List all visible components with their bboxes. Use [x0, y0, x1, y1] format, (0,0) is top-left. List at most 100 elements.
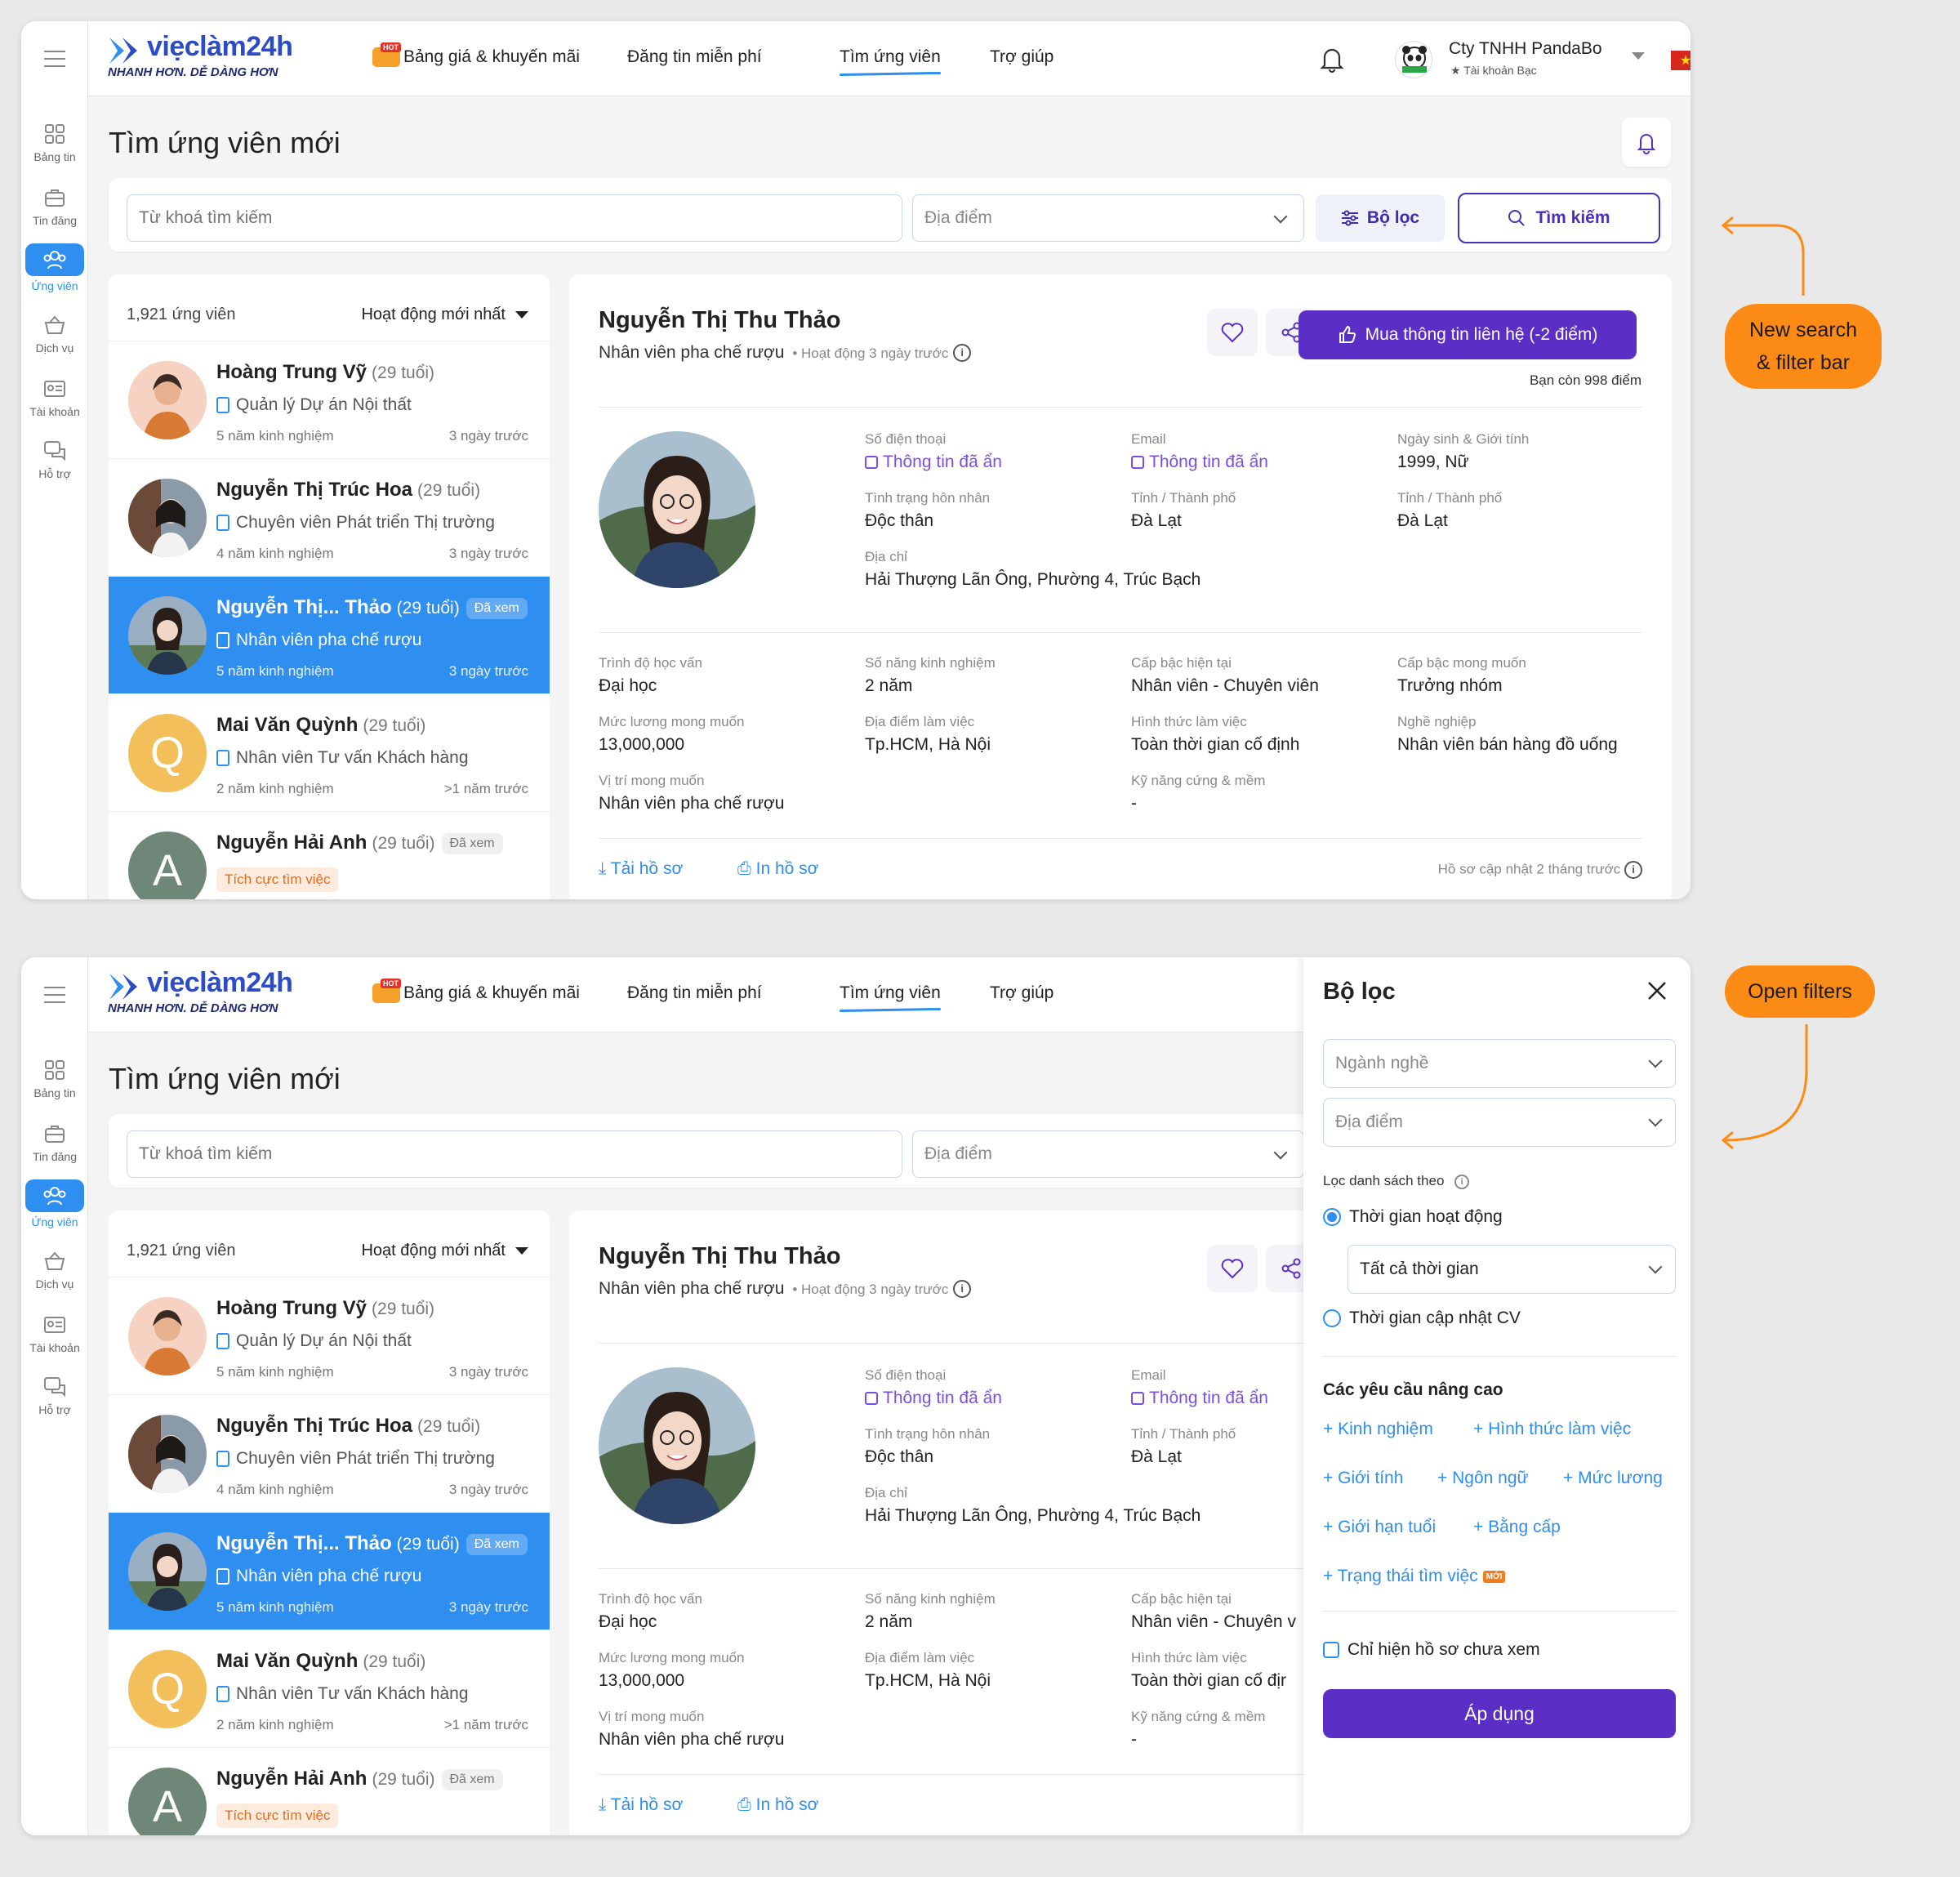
add-gender-filter[interactable]: + Giới tính — [1323, 1469, 1403, 1488]
nav-post-free[interactable]: Đăng tin miễn phí — [627, 983, 762, 1003]
nav-help[interactable]: Trợ giúp — [990, 47, 1054, 67]
heart-icon — [1221, 1259, 1244, 1279]
add-job-status-filter[interactable]: + Trạng thái tìm việc MỚI — [1323, 1567, 1506, 1586]
candidate-detail: Nguyễn Thị Thu Thảo Nhân viên pha chế rư… — [569, 274, 1672, 899]
document-icon — [216, 1333, 229, 1350]
menu-icon[interactable] — [44, 987, 65, 1003]
list-item-selected[interactable]: Nguyễn Thị... Thảo (29 tuổi) Đã xem Nhân v… — [109, 1513, 550, 1630]
company-menu[interactable]: Cty TNHH PandaBo ★ Tài khoản Bạc — [1395, 38, 1645, 83]
add-language-filter[interactable]: + Ngôn ngữ — [1437, 1469, 1529, 1488]
info-icon[interactable]: i — [1624, 861, 1642, 879]
radio-cv-update-time[interactable]: Thời gian cập nhật CV — [1323, 1309, 1521, 1328]
rail-item-news[interactable]: Bảng tin — [24, 123, 85, 163]
list-item[interactable]: Q Mai Văn Quỳnh (29 tuổi) Nhân viên Tư vấ… — [109, 1630, 550, 1748]
rail-label: Dịch vụ — [35, 341, 74, 354]
alert-button[interactable] — [1622, 118, 1671, 167]
field-address: Địa chỉ Hải Thượng Lãn Ông, Phường 4, Trú… — [865, 1485, 1201, 1525]
add-experience-filter[interactable]: + Kinh nghiệm — [1323, 1420, 1433, 1439]
nav-post-free[interactable]: Đăng tin miễn phí — [627, 47, 762, 67]
menu-icon[interactable] — [44, 51, 65, 67]
list-item[interactable]: A Nguyễn Hải Anh (29 tuổi) Đã xem Tích cực… — [109, 1748, 550, 1835]
print-cv-link[interactable]: ⎙ In hồ sơ — [737, 859, 818, 879]
rail-item-candidates[interactable]: Ứng viên — [24, 1179, 85, 1228]
favorite-button[interactable] — [1207, 309, 1258, 356]
print-cv-link[interactable]: ⎙ In hồ sơ — [737, 1795, 818, 1815]
seen-badge: Đã xem — [441, 832, 503, 854]
document-icon — [216, 515, 229, 532]
grid-icon — [45, 1060, 65, 1080]
download-cv-link[interactable]: ⤓ Tải hồ sơ — [599, 1795, 683, 1815]
list-item[interactable]: A Nguyễn Hải Anh (29 tuổi) Đã xem Tích cực… — [109, 812, 550, 899]
add-worktype-filter[interactable]: + Hình thức làm việc — [1473, 1420, 1631, 1439]
filter-button[interactable]: Bộ lọc — [1316, 194, 1445, 242]
logo[interactable]: viẹclàm24h NHANH HƠN. DỄ DÀNG HƠN — [106, 29, 302, 88]
nav-find-candidates[interactable]: Tìm ứng viên — [840, 47, 941, 67]
rail-item-account[interactable]: Tài khoản — [24, 1313, 85, 1354]
candidate-photo — [599, 1367, 755, 1524]
radio-activity-time[interactable]: Thời gian hoạt động — [1323, 1207, 1503, 1227]
sort-dropdown[interactable]: Hoạt động mới nhất — [361, 305, 528, 324]
search-button[interactable]: Tìm kiếm — [1458, 193, 1660, 243]
field-career: Nghề nghiệp Nhân viên bán hàng đồ uống — [1397, 714, 1618, 754]
list-item[interactable]: Nguyễn Thị Trúc Hoa (29 tuổi) Chuyên viên… — [109, 459, 550, 577]
candidate-count: 1,921 ứng viên — [127, 305, 236, 323]
info-icon[interactable]: i — [1454, 1174, 1470, 1189]
add-salary-filter[interactable]: + Mức lương — [1563, 1469, 1663, 1488]
document-icon — [216, 750, 229, 767]
rail-label: Tin đăng — [33, 1150, 77, 1163]
candidate-name: Hoàng Trung Vỹ (29 tuổi) — [216, 361, 435, 383]
seen-badge: Đã xem — [466, 1533, 528, 1555]
favorite-button[interactable] — [1207, 1245, 1258, 1292]
document-icon — [216, 397, 229, 414]
industry-select[interactable]: Ngành nghề — [1323, 1039, 1676, 1088]
active-job-seeking-tag: Tích cực tìm việc — [216, 867, 339, 892]
unseen-only-checkbox[interactable]: Chỉ hiện hồ sơ chưa xem — [1323, 1640, 1540, 1660]
list-item[interactable]: Hoàng Trung Vỹ (29 tuổi) Quản lý Dự án Nộ… — [109, 1277, 550, 1395]
list-header: 1,921 ứng viên Hoạt động mới nhất — [109, 274, 550, 341]
close-icon[interactable] — [1645, 979, 1669, 1003]
rail-item-account[interactable]: Tài khoản — [24, 377, 85, 418]
vietnam-flag-icon[interactable]: ★ — [1671, 51, 1690, 70]
location-select[interactable]: Địa điểm — [912, 194, 1304, 242]
info-icon[interactable]: i — [953, 344, 972, 363]
rail-item-support[interactable]: Hỗ trợ — [24, 1375, 85, 1416]
list-item-selected[interactable]: Nguyễn Thị... Thảo (29 tuổi) Đã xem Nhân v… — [109, 577, 550, 694]
logo[interactable]: viẹclàm24h NHANH HƠN. DỄ DÀNG HƠN — [106, 965, 302, 1024]
apply-button[interactable]: Áp dụng — [1323, 1689, 1676, 1738]
rail-label: Hỗ trợ — [38, 1403, 71, 1416]
rail-item-news[interactable]: Bảng tin — [24, 1059, 85, 1099]
bell-icon[interactable] — [1318, 44, 1346, 74]
list-item[interactable]: Nguyễn Thị Trúc Hoa (29 tuổi) Chuyên viên… — [109, 1395, 550, 1513]
field-marital: Tình trạng hôn nhân Độc thân — [865, 1426, 991, 1466]
nav-help[interactable]: Trợ giúp — [990, 983, 1054, 1003]
nav-pricing[interactable]: HOT Bảng giá & khuyến mãi — [372, 42, 580, 68]
side-rail: Bảng tin Tin đăng Ứng viên Dịch vụ Tài k… — [21, 21, 88, 899]
list-item[interactable]: Q Mai Văn Quỳnh (29 tuổi) Nhân viên Tư vấ… — [109, 694, 550, 812]
location-select[interactable]: Địa điểm — [1323, 1098, 1676, 1147]
add-age-filter[interactable]: + Giới hạn tuổi — [1323, 1518, 1436, 1537]
rail-item-services[interactable]: Dịch vụ — [24, 314, 85, 354]
rail-item-services[interactable]: Dịch vụ — [24, 1250, 85, 1291]
keyword-search-input[interactable] — [127, 1130, 902, 1178]
add-degree-filter[interactable]: + Bằng cấp — [1473, 1518, 1561, 1537]
rail-item-support[interactable]: Hỗ trợ — [24, 439, 85, 480]
rail-item-candidates[interactable]: Ứng viên — [24, 243, 85, 292]
candidate-job: Chuyên viên Phát triển Thị trường — [216, 1449, 495, 1469]
logo-mark-icon — [109, 974, 137, 1000]
download-cv-link[interactable]: ⤓ Tải hồ sơ — [599, 859, 683, 879]
info-icon[interactable]: i — [953, 1280, 972, 1299]
list-item[interactable]: Hoàng Trung Vỹ (29 tuổi) Quản lý Dự án Nộ… — [109, 341, 550, 459]
buy-contact-button[interactable]: Mua thông tin liên hệ (-2 điểm) — [1298, 310, 1637, 359]
company-name: Cty TNHH PandaBo — [1449, 39, 1602, 58]
rail-item-posts[interactable]: Tin đăng — [24, 1122, 85, 1163]
sort-dropdown[interactable]: Hoạt động mới nhất — [361, 1242, 528, 1260]
arrow-annotation-icon — [1721, 1024, 1808, 1150]
nav-find-candidates[interactable]: Tìm ứng viên — [840, 983, 941, 1003]
time-range-select[interactable]: Tất cả thời gian — [1348, 1245, 1676, 1294]
location-select[interactable]: Địa điểm — [912, 1130, 1304, 1178]
keyword-search-input[interactable] — [127, 194, 902, 242]
rail-item-posts[interactable]: Tin đăng — [24, 186, 85, 227]
nav-pricing[interactable]: HOT Bảng giá & khuyến mãi — [372, 979, 580, 1004]
lock-icon — [865, 456, 878, 470]
detail-name: Nguyễn Thị Thu Thảo — [599, 307, 841, 333]
